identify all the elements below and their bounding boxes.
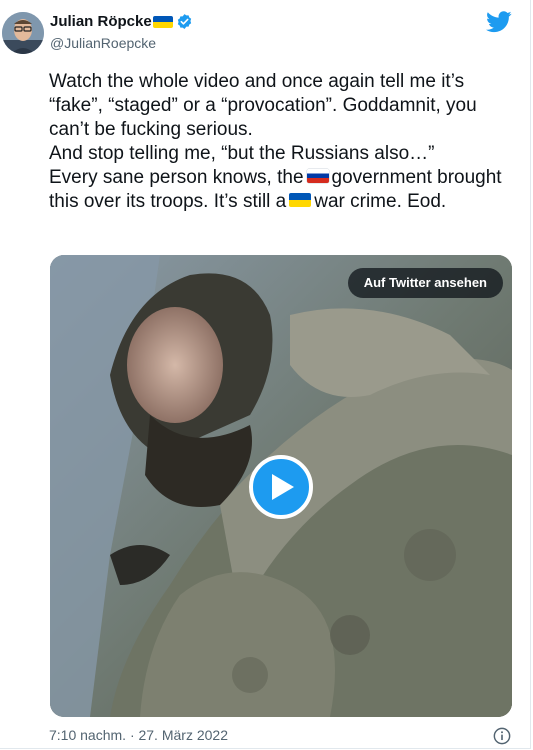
tweet-card: Julian Röpcke @JulianRoepcke Watch the w… bbox=[0, 0, 531, 749]
tweet-text-segment-c: war crime. Eod. bbox=[314, 191, 447, 212]
video-player[interactable]: Auf Twitter ansehen bbox=[50, 255, 512, 717]
ukraine-flag-icon bbox=[289, 192, 312, 207]
tweet-timestamp[interactable]: 7:10 nachm. · 27. März 2022 bbox=[49, 727, 228, 743]
view-on-twitter-button[interactable]: Auf Twitter ansehen bbox=[347, 268, 503, 298]
play-icon bbox=[272, 474, 294, 500]
tweet-text-paragraph-3: Every sane person knows, the government b… bbox=[49, 166, 519, 214]
tweet-text-paragraph-1: Watch the whole video and once again tel… bbox=[49, 71, 477, 140]
info-icon[interactable] bbox=[493, 727, 511, 745]
verified-badge-icon bbox=[177, 14, 191, 29]
tweet-text-paragraph-2: And stop telling me, “but the Russians a… bbox=[49, 143, 435, 164]
author-name-row[interactable]: Julian Röpcke bbox=[50, 13, 193, 30]
tweet-text: Watch the whole video and once again tel… bbox=[49, 70, 519, 214]
author-handle[interactable]: @JulianRoepcke bbox=[50, 35, 156, 51]
avatar[interactable] bbox=[2, 12, 44, 54]
ukraine-flag-icon bbox=[152, 15, 173, 28]
twitter-bird-icon[interactable] bbox=[486, 11, 512, 33]
play-button[interactable] bbox=[249, 455, 313, 519]
russia-flag-icon bbox=[306, 168, 329, 183]
tweet-text-segment-a: Every sane person knows, the bbox=[49, 167, 304, 188]
author-name[interactable]: Julian Röpcke bbox=[50, 13, 152, 30]
